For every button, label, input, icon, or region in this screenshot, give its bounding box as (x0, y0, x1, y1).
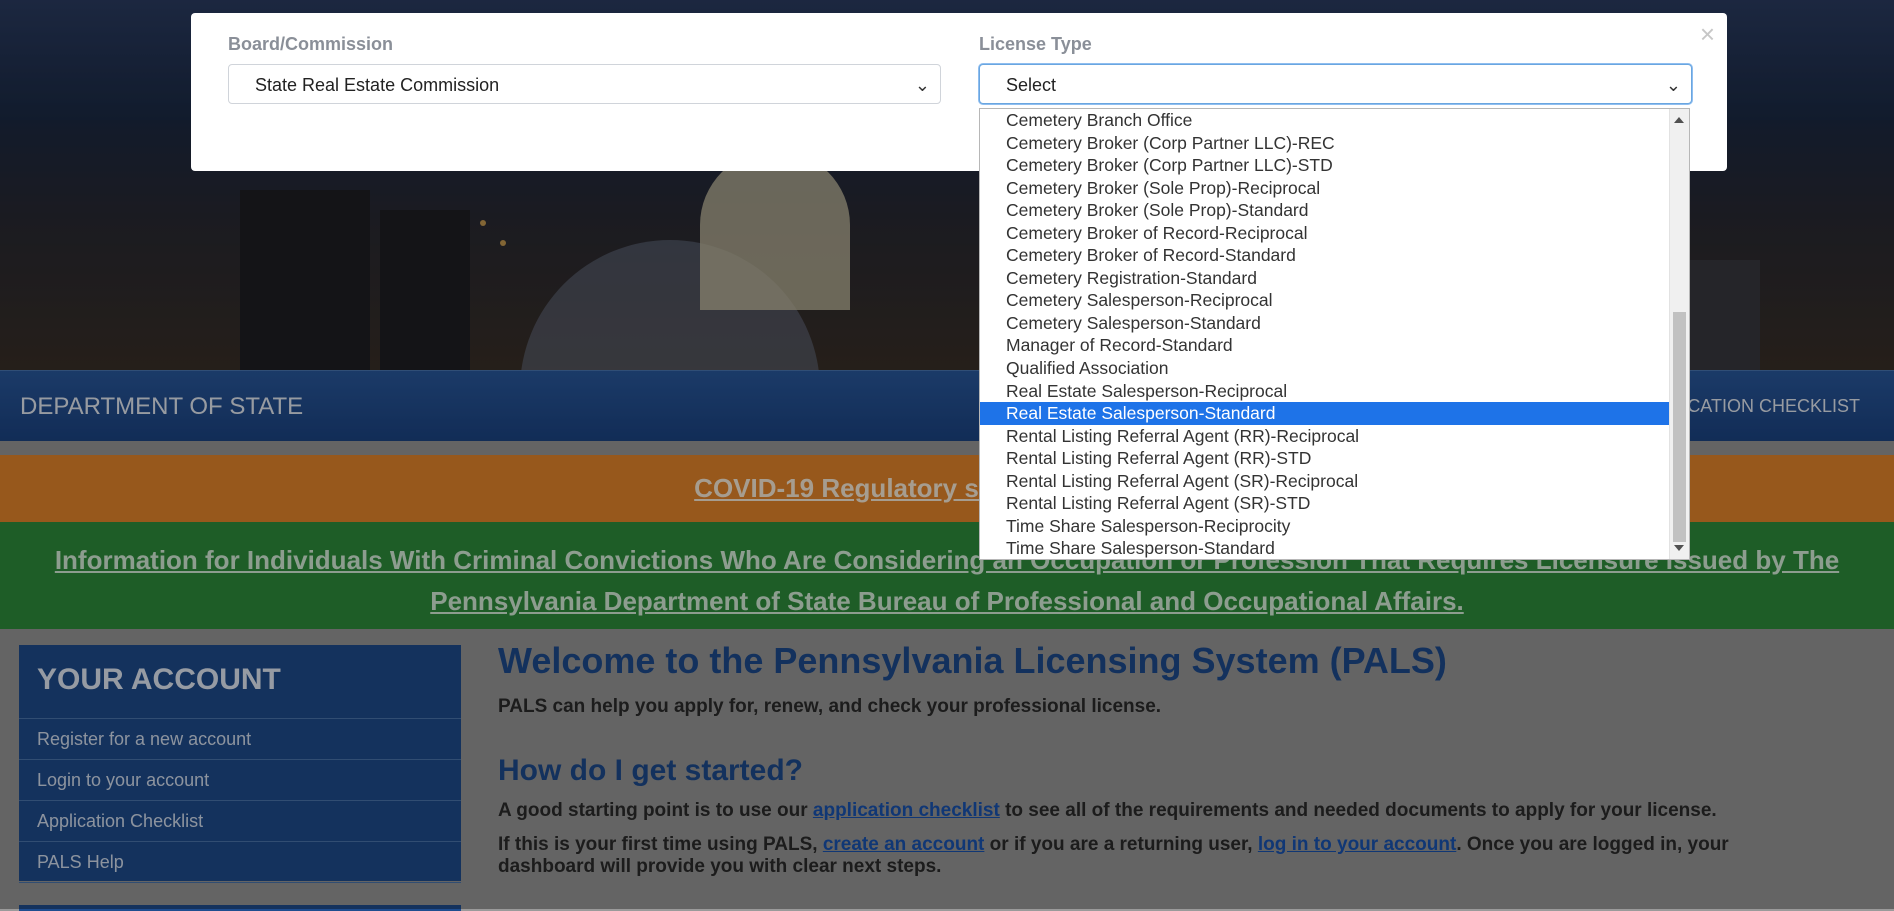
license-type-dropdown[interactable]: Cemetery Branch Office Cemetery Broker (… (979, 108, 1690, 560)
license-type-select-value: Select (1006, 75, 1057, 95)
dropdown-option[interactable]: Cemetery Broker (Corp Partner LLC)-REC (980, 132, 1689, 155)
dropdown-option[interactable]: Cemetery Broker of Record-Reciprocal (980, 222, 1689, 245)
board-label: Board/Commission (228, 34, 394, 54)
dropdown-option[interactable]: Cemetery Branch Office (980, 109, 1689, 132)
license-type-select[interactable]: Select ⌄ (979, 64, 1692, 104)
dropdown-option[interactable]: Real Estate Salesperson-Reciprocal (980, 380, 1689, 403)
license-type-label: License Type (979, 34, 1092, 54)
dropdown-option[interactable]: Cemetery Registration-Standard (980, 267, 1689, 290)
dropdown-option[interactable]: Cemetery Broker (Corp Partner LLC)-STD (980, 154, 1689, 177)
scroll-up-arrow-icon[interactable] (1674, 117, 1684, 123)
dropdown-option[interactable]: Rental Listing Referral Agent (RR)-Recip… (980, 425, 1689, 448)
dropdown-option[interactable]: Cemetery Salesperson-Standard (980, 312, 1689, 335)
close-icon[interactable]: × (1700, 19, 1715, 50)
board-select[interactable]: State Real Estate Commission ⌄ (228, 64, 941, 104)
dropdown-option[interactable]: Qualified Association (980, 357, 1689, 380)
dropdown-option[interactable]: Time Share Salesperson-Reciprocity (980, 515, 1689, 538)
dropdown-option[interactable]: Manager of Record-Standard (980, 334, 1689, 357)
dropdown-option[interactable]: Time Share Salesperson-Standard (980, 537, 1689, 559)
dropdown-option[interactable]: Cemetery Broker (Sole Prop)-Reciprocal (980, 177, 1689, 200)
dropdown-option[interactable]: Rental Listing Referral Agent (RR)-STD (980, 447, 1689, 470)
dropdown-option-selected[interactable]: Real Estate Salesperson-Standard (980, 402, 1689, 425)
dropdown-option[interactable]: Cemetery Broker of Record-Standard (980, 244, 1689, 267)
dropdown-option[interactable]: Rental Listing Referral Agent (SR)-STD (980, 492, 1689, 515)
board-select-value: State Real Estate Commission (255, 75, 500, 95)
scroll-down-arrow-icon[interactable] (1674, 545, 1684, 551)
chevron-down-icon: ⌄ (914, 75, 930, 95)
chevron-down-icon: ⌄ (1665, 75, 1681, 95)
dropdown-option[interactable]: Rental Listing Referral Agent (SR)-Recip… (980, 470, 1689, 493)
dropdown-option[interactable]: Cemetery Salesperson-Reciprocal (980, 289, 1689, 312)
dropdown-scrollbar[interactable] (1669, 109, 1689, 559)
dropdown-option[interactable]: Cemetery Broker (Sole Prop)-Standard (980, 199, 1689, 222)
scrollbar-thumb[interactable] (1673, 312, 1686, 542)
